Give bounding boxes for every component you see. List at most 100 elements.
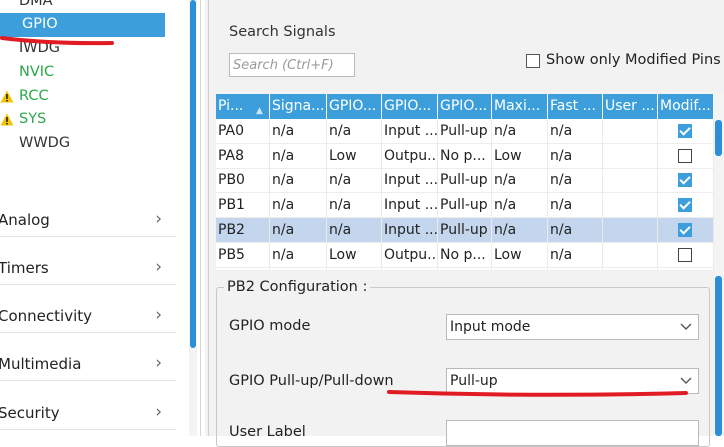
panel-divider [200, 0, 201, 436]
table-cell-user-label [603, 119, 658, 144]
table-cell-output-level: n/a [327, 168, 382, 194]
search-box[interactable] [229, 53, 355, 77]
gpio-pull-select[interactable]: Pull-up [446, 368, 699, 394]
table-cell-output-level: Low [327, 143, 382, 169]
category-timers[interactable]: Timers › [0, 251, 176, 285]
gpio-mode-value: Input mode [450, 319, 531, 335]
gpio-pull-label: GPIO Pull-up/Pull-down [229, 373, 394, 389]
table-cell-pull: No p... [438, 143, 492, 169]
table-cell-fast-mode: n/a [548, 242, 603, 268]
panel-border [208, 0, 209, 436]
table-cell-user-label [603, 193, 658, 219]
table-cell-modified [658, 143, 714, 169]
table-cell-output-level: n/a [327, 119, 382, 144]
category-security[interactable]: Security › [0, 396, 176, 430]
chevron-down-icon [680, 377, 692, 384]
table-cell-max-speed: n/a [492, 168, 548, 194]
show-modified-checkbox[interactable] [526, 54, 540, 68]
category-label: Security [0, 404, 60, 422]
peripheral-item-iwdg[interactable]: IWDG [0, 37, 165, 61]
peripheral-label: WWDG [19, 135, 71, 151]
table-cell-signal: n/a [270, 193, 327, 219]
user-label-label: User Label [229, 424, 306, 440]
category-multimedia[interactable]: Multimedia › [0, 347, 176, 381]
column-header[interactable]: Fast ... [548, 94, 603, 119]
chevron-right-icon: › [155, 353, 162, 373]
gpio-pull-value: Pull-up [450, 373, 498, 389]
table-row[interactable]: PA0 n/a n/a Input ... Pull-up n/a n/a [216, 119, 714, 144]
modified-checkbox[interactable] [678, 247, 692, 262]
warning-triangle-icon [0, 90, 14, 103]
table-cell-mode: Outpu... [382, 267, 438, 270]
table-cell-mode: Outpu... [382, 143, 438, 169]
table-cell-pull: Pull-up [438, 193, 492, 219]
peripheral-item-wwdg[interactable]: WWDG [0, 132, 165, 156]
table-row[interactable]: PB6n/aLowOutpu...No p...Lown/a [216, 267, 714, 270]
table-cell-pin: PB2 [216, 217, 270, 243]
search-input[interactable] [230, 54, 354, 76]
modified-checkbox[interactable] [678, 148, 692, 163]
table-cell-fast-mode: n/a [548, 267, 603, 270]
gpio-pin-table: Pi... ▲ Signa... GPIO... GPIO... GPIO... Maxi.… [216, 94, 714, 270]
table-cell-fast-mode: n/a [548, 143, 603, 169]
column-header[interactable]: GPIO... [327, 94, 382, 119]
gpio-mode-select[interactable]: Input mode [446, 314, 699, 340]
modified-checkbox[interactable] [678, 173, 692, 188]
sort-arrow-icon: ▲ [256, 106, 263, 116]
table-row[interactable]: PB1 n/a n/a Input ... Pull-up n/a n/a [216, 193, 714, 219]
table-cell-signal: n/a [270, 217, 327, 243]
show-modified-label: Show only Modified Pins [546, 52, 721, 68]
warning-triangle-icon [0, 113, 14, 126]
chevron-right-icon: › [155, 402, 162, 422]
category-connectivity[interactable]: Connectivity › [0, 299, 176, 333]
table-cell-modified [658, 168, 714, 194]
column-header[interactable]: User ... [603, 94, 658, 119]
peripheral-item-nvic[interactable]: NVIC [0, 61, 165, 85]
table-cell-user-label [603, 168, 658, 194]
table-cell-max-speed: Low [492, 242, 548, 268]
category-label: Analog [0, 211, 50, 229]
chevron-down-icon [680, 323, 692, 330]
table-cell-modified [658, 217, 714, 243]
column-header[interactable]: GPIO... [438, 94, 492, 119]
table-cell-user-label [603, 242, 658, 268]
peripheral-item-rcc[interactable]: RCC [0, 85, 165, 109]
table-cell-max-speed: Low [492, 143, 548, 169]
column-header[interactable]: Modif... [658, 94, 714, 119]
table-cell-pull: Pull-up [438, 217, 492, 243]
modified-checkbox[interactable] [678, 198, 692, 213]
sidebar: DMA GPIO IWDG NVIC RCC SYS WWDG Analog › Timers ›… [0, 0, 190, 436]
column-header[interactable]: Signa... [270, 94, 327, 119]
category-analog[interactable]: Analog › [0, 203, 176, 237]
table-row[interactable]: PB2 n/a n/a Input ... Pull-up n/a n/a [216, 217, 714, 243]
table-row[interactable]: PA8 n/a Low Outpu... No p... Low n/a [216, 143, 714, 169]
table-scrollbar-thumb[interactable] [715, 120, 722, 156]
table-cell-modified [658, 267, 714, 270]
user-label-input[interactable] [446, 420, 699, 446]
chevron-right-icon: › [155, 257, 162, 277]
table-cell-modified [658, 119, 714, 144]
modified-checkbox[interactable] [678, 222, 692, 237]
table-row[interactable]: PB5 n/a Low Outpu... No p... Low n/a [216, 242, 714, 268]
peripheral-item-dma[interactable]: DMA [0, 0, 165, 14]
table-cell-pull: No p... [438, 267, 492, 270]
peripheral-label: IWDG [19, 40, 61, 56]
column-header[interactable]: GPIO... [382, 94, 438, 119]
modified-checkbox[interactable] [678, 124, 692, 138]
peripheral-label: DMA [19, 0, 53, 9]
column-header[interactable]: Pi... ▲ [216, 94, 270, 119]
table-cell-output-level: Low [327, 267, 382, 270]
category-label: Connectivity [0, 307, 92, 325]
table-cell-pull: Pull-up [438, 119, 492, 144]
table-row[interactable]: PB0 n/a n/a Input ... Pull-up n/a n/a [216, 168, 714, 194]
table-cell-mode: Outpu... [382, 242, 438, 268]
peripheral-label: GPIO [22, 16, 58, 32]
peripheral-item-sys[interactable]: SYS [0, 108, 165, 132]
table-cell-fast-mode: n/a [548, 168, 603, 194]
table-cell-signal: n/a [270, 168, 327, 194]
sidebar-scrollbar-thumb[interactable] [190, 0, 196, 348]
config-scrollbar-thumb[interactable] [715, 276, 722, 436]
category-label: Timers [0, 259, 49, 277]
peripheral-item-gpio[interactable]: GPIO [0, 13, 165, 37]
column-header[interactable]: Maxi... [492, 94, 548, 119]
